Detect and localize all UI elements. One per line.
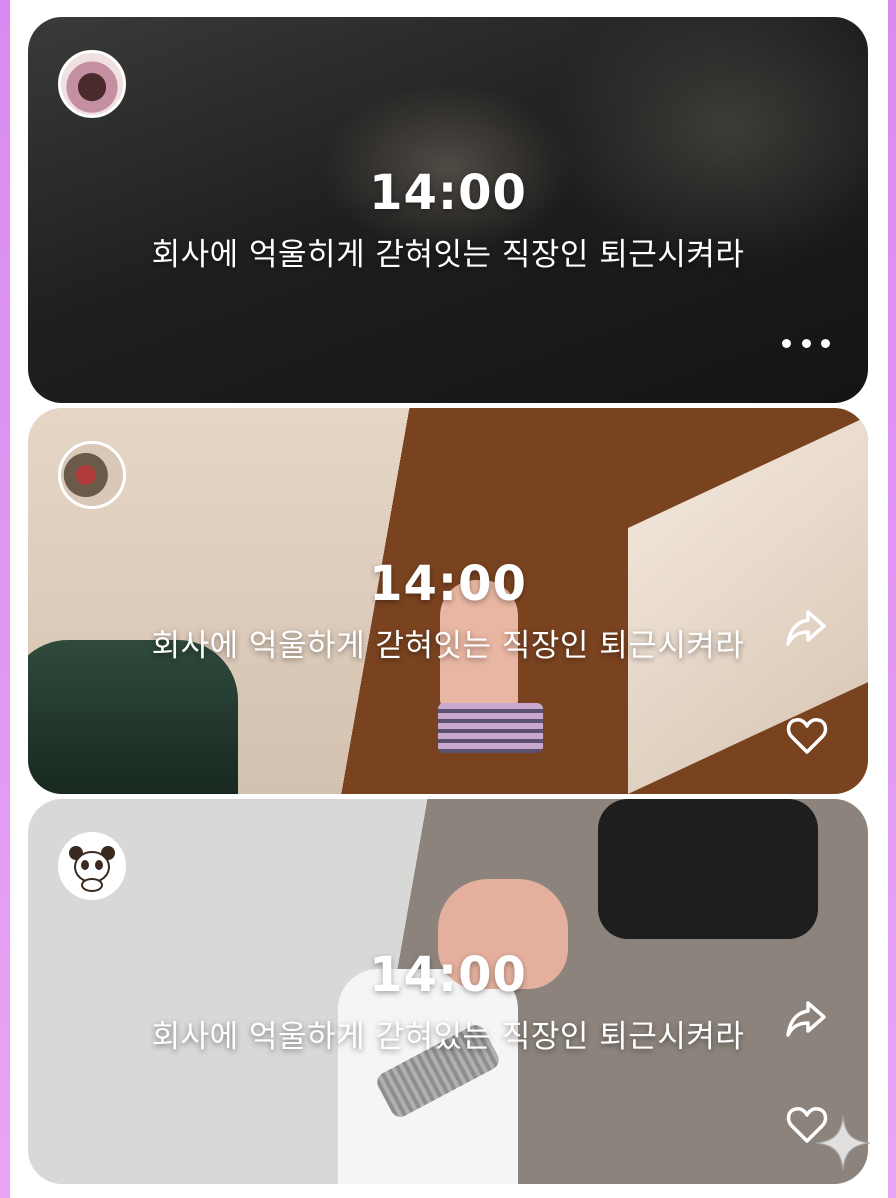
dot — [821, 338, 830, 348]
video-time-overlay: 14:00 — [369, 556, 527, 612]
video-time-overlay: 14:00 — [369, 165, 527, 221]
video-card[interactable]: 14:00 회사에 억울히게 갇혀잇는 직장인 퇴근시켜라 — [28, 17, 868, 403]
video-scene-chair — [598, 799, 818, 939]
video-card[interactable]: 14:00 회사에 억울하게 갇혀있는 직장인 퇴근시켜라 — [28, 799, 868, 1184]
video-feed[interactable]: 14:00 회사에 억울히게 갇혀잇는 직장인 퇴근시켜라 14:00 회사에 … — [0, 0, 896, 1198]
more-options-icon[interactable] — [782, 335, 830, 351]
video-card[interactable]: 14:00 회사에 억울하게 갇혀잇는 직장인 퇴근시켜라 — [28, 408, 868, 794]
sparkle-watermark-icon — [812, 1112, 874, 1174]
user-avatar[interactable] — [58, 832, 126, 900]
user-avatar[interactable] — [58, 441, 126, 509]
share-icon[interactable] — [784, 995, 830, 1041]
share-icon[interactable] — [784, 604, 830, 650]
video-time-overlay: 14:00 — [369, 947, 527, 1003]
user-avatar[interactable] — [58, 50, 126, 118]
dot — [801, 338, 811, 348]
dot — [782, 338, 791, 348]
video-caption: 회사에 억울하게 갇혀잇는 직장인 퇴근시켜라 — [151, 628, 745, 664]
video-scene-sleeve — [438, 703, 543, 753]
heart-icon[interactable] — [784, 712, 830, 758]
video-caption: 회사에 억울하게 갇혀있는 직장인 퇴근시켜라 — [151, 1019, 745, 1055]
video-caption: 회사에 억울히게 갇혀잇는 직장인 퇴근시켜라 — [151, 237, 745, 273]
